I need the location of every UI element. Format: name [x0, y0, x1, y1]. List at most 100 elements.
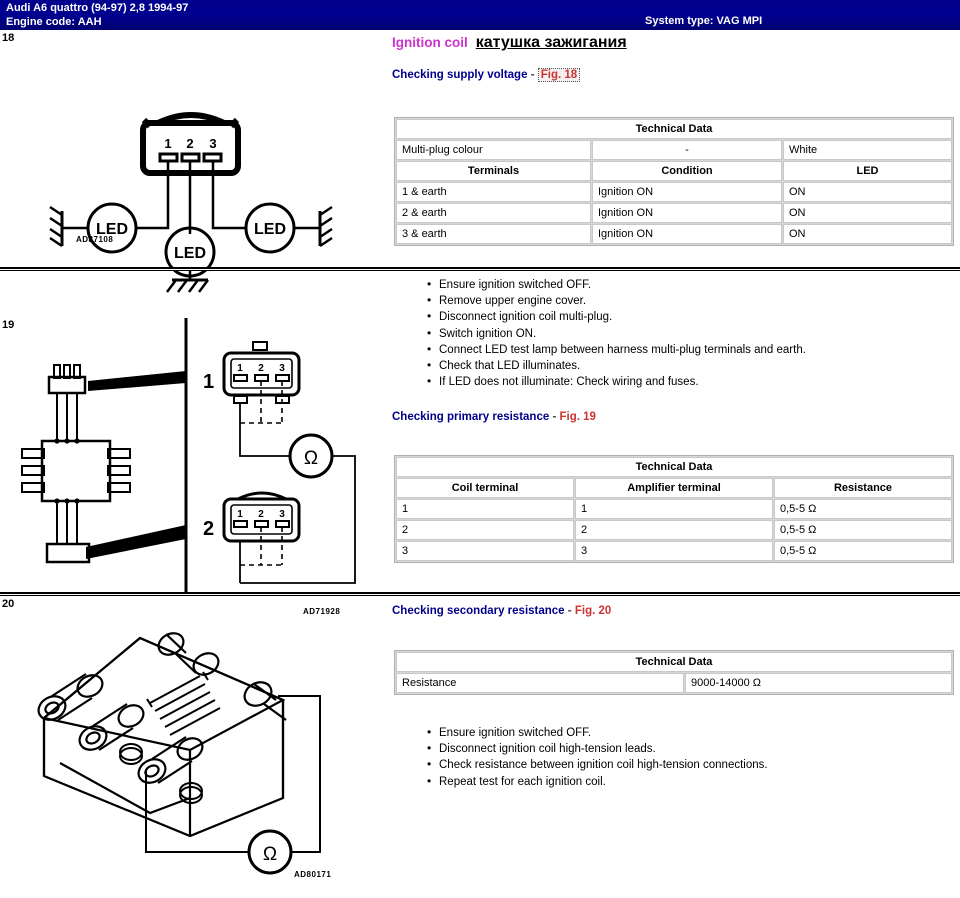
figure-18-code: AD87108	[76, 235, 114, 244]
cell-led: ON	[783, 182, 952, 202]
cell-multiplug-label: Multi-plug colour	[396, 140, 591, 160]
list-item: Repeat test for each ignition coil.	[427, 773, 768, 790]
header-system-type: System type: VAG MPI	[645, 15, 763, 27]
svg-text:LED: LED	[174, 245, 206, 262]
table-row: Technical Data	[396, 119, 952, 139]
cell-resistance: 0,5-5 Ω	[774, 499, 952, 519]
cell-condition: Ignition ON	[592, 224, 782, 244]
table-title: Technical Data	[396, 652, 952, 672]
technical-data-table-2: Technical Data Coil terminal Amplifier t…	[394, 455, 954, 563]
cell-condition: Ignition ON	[592, 182, 782, 202]
cell-amplifier-terminal: 2	[575, 520, 773, 540]
list-item: Remove upper engine cover.	[427, 292, 806, 309]
section-divider-1	[0, 267, 960, 271]
table-row: Multi-plug colour - White	[396, 140, 952, 160]
svg-text:2: 2	[258, 363, 264, 374]
cell-terminal: 1 & earth	[396, 182, 591, 202]
list-item: Switch ignition ON.	[427, 325, 806, 342]
figure-18-earth-symbol	[0, 270, 392, 302]
figure-19-diagram: 1 1 2 3 Ω 2 1 2 3	[0, 313, 392, 598]
cell-coil-terminal: 3	[396, 541, 574, 561]
table-header-row: Terminals Condition LED	[396, 161, 952, 181]
subheading-dash: -	[552, 411, 557, 423]
subheading-secondary-resistance: Checking secondary resistance - Fig. 20	[392, 605, 611, 617]
figure-20-code: AD80171	[294, 870, 332, 879]
svg-text:1: 1	[164, 136, 171, 151]
subheading-supply-voltage: Checking supply voltage - Fig. 18	[392, 68, 581, 82]
steps-list-secondary-resistance: Ensure ignition switched OFF. Disconnect…	[405, 724, 768, 790]
svg-text:3: 3	[279, 509, 285, 520]
header-vehicle-block: Audi A6 quattro (94-97) 2,8 1994-97 Engi…	[6, 1, 188, 29]
list-item: Disconnect ignition coil high-tension le…	[427, 740, 768, 757]
page-title-russian: катушка зажигания	[475, 34, 627, 51]
table-row: 2 & earth Ignition ON ON	[396, 203, 952, 223]
table-row: Resistance 9000-14000 Ω	[396, 673, 952, 693]
figure-link-18[interactable]: Fig. 18	[537, 68, 581, 82]
list-item: If LED does not illuminate: Check wiring…	[427, 373, 806, 390]
list-item: Check that LED illuminates.	[427, 357, 806, 374]
cell-terminal: 2 & earth	[396, 203, 591, 223]
figure-link-19[interactable]: Fig. 19	[560, 411, 596, 423]
table-row: 2 2 0,5-5 Ω	[396, 520, 952, 540]
subheading-dash: -	[530, 69, 535, 81]
page-title-english: Ignition coil	[392, 35, 468, 50]
table-row: Technical Data	[396, 457, 952, 477]
col-header-amplifier-terminal: Amplifier terminal	[575, 478, 773, 498]
list-item: Check resistance between ignition coil h…	[427, 756, 768, 773]
steps-list-supply-voltage: Ensure ignition switched OFF. Remove upp…	[405, 276, 806, 390]
technical-data-table-3: Technical Data Resistance 9000-14000 Ω	[394, 650, 954, 695]
table-title: Technical Data	[396, 119, 952, 139]
cell-amplifier-terminal: 1	[575, 499, 773, 519]
technical-data-table-1: Technical Data Multi-plug colour - White…	[394, 117, 954, 246]
figure-18-diagram: 1 2 3 LED LED LED	[0, 38, 392, 278]
svg-text:2: 2	[186, 136, 193, 151]
page-title: Ignition coil катушка зажигания	[392, 34, 627, 52]
subheading-dash: -	[567, 605, 572, 617]
svg-text:LED: LED	[254, 221, 286, 238]
figure-link-20[interactable]: Fig. 20	[575, 605, 611, 617]
figure-20-diagram: Ω	[0, 608, 392, 898]
svg-text:Ω: Ω	[263, 844, 277, 865]
list-item: Ensure ignition switched OFF.	[427, 724, 768, 741]
subheading-text: Checking secondary resistance	[392, 605, 565, 617]
header-vehicle: Audi A6 quattro (94-97) 2,8 1994-97	[6, 2, 189, 14]
cell-led: ON	[783, 203, 952, 223]
cell-coil-terminal: 2	[396, 520, 574, 540]
svg-text:3: 3	[209, 136, 216, 151]
document-body: 18 1 2 3 LED LED LED AD87108 Ignition co…	[0, 30, 960, 879]
document-header: Audi A6 quattro (94-97) 2,8 1994-97 Engi…	[0, 0, 960, 30]
svg-text:1: 1	[237, 363, 243, 374]
cell-amplifier-terminal: 3	[575, 541, 773, 561]
list-item: Ensure ignition switched OFF.	[427, 276, 806, 293]
col-header-coil-terminal: Coil terminal	[396, 478, 574, 498]
table-row: 1 & earth Ignition ON ON	[396, 182, 952, 202]
cell-terminal: 3 & earth	[396, 224, 591, 244]
cell-condition: Ignition ON	[592, 203, 782, 223]
table-row: Technical Data	[396, 652, 952, 672]
svg-text:3: 3	[279, 363, 285, 374]
list-item: Connect LED test lamp between harness mu…	[427, 341, 806, 358]
cell-coil-terminal: 1	[396, 499, 574, 519]
col-header-resistance: Resistance	[774, 478, 952, 498]
subheading-text: Checking primary resistance	[392, 411, 550, 423]
header-engine-code: Engine code: AAH	[6, 16, 102, 28]
cell-multiplug-value: White	[783, 140, 952, 160]
col-header-terminals: Terminals	[396, 161, 591, 181]
table-row: 3 & earth Ignition ON ON	[396, 224, 952, 244]
svg-text:2: 2	[203, 518, 214, 540]
cell-resistance-value: 9000-14000 Ω	[685, 673, 952, 693]
cell-multiplug-dash: -	[592, 140, 782, 160]
col-header-condition: Condition	[592, 161, 782, 181]
svg-text:Ω: Ω	[304, 448, 318, 469]
cell-resistance: 0,5-5 Ω	[774, 541, 952, 561]
cell-resistance-label: Resistance	[396, 673, 684, 693]
table-row: 3 3 0,5-5 Ω	[396, 541, 952, 561]
subheading-text: Checking supply voltage	[392, 69, 528, 81]
list-item: Disconnect ignition coil multi-plug.	[427, 308, 806, 325]
table-title: Technical Data	[396, 457, 952, 477]
table-row: 1 1 0,5-5 Ω	[396, 499, 952, 519]
subheading-primary-resistance: Checking primary resistance - Fig. 19	[392, 411, 596, 423]
svg-text:1: 1	[203, 371, 214, 393]
table-header-row: Coil terminal Amplifier terminal Resista…	[396, 478, 952, 498]
cell-led: ON	[783, 224, 952, 244]
